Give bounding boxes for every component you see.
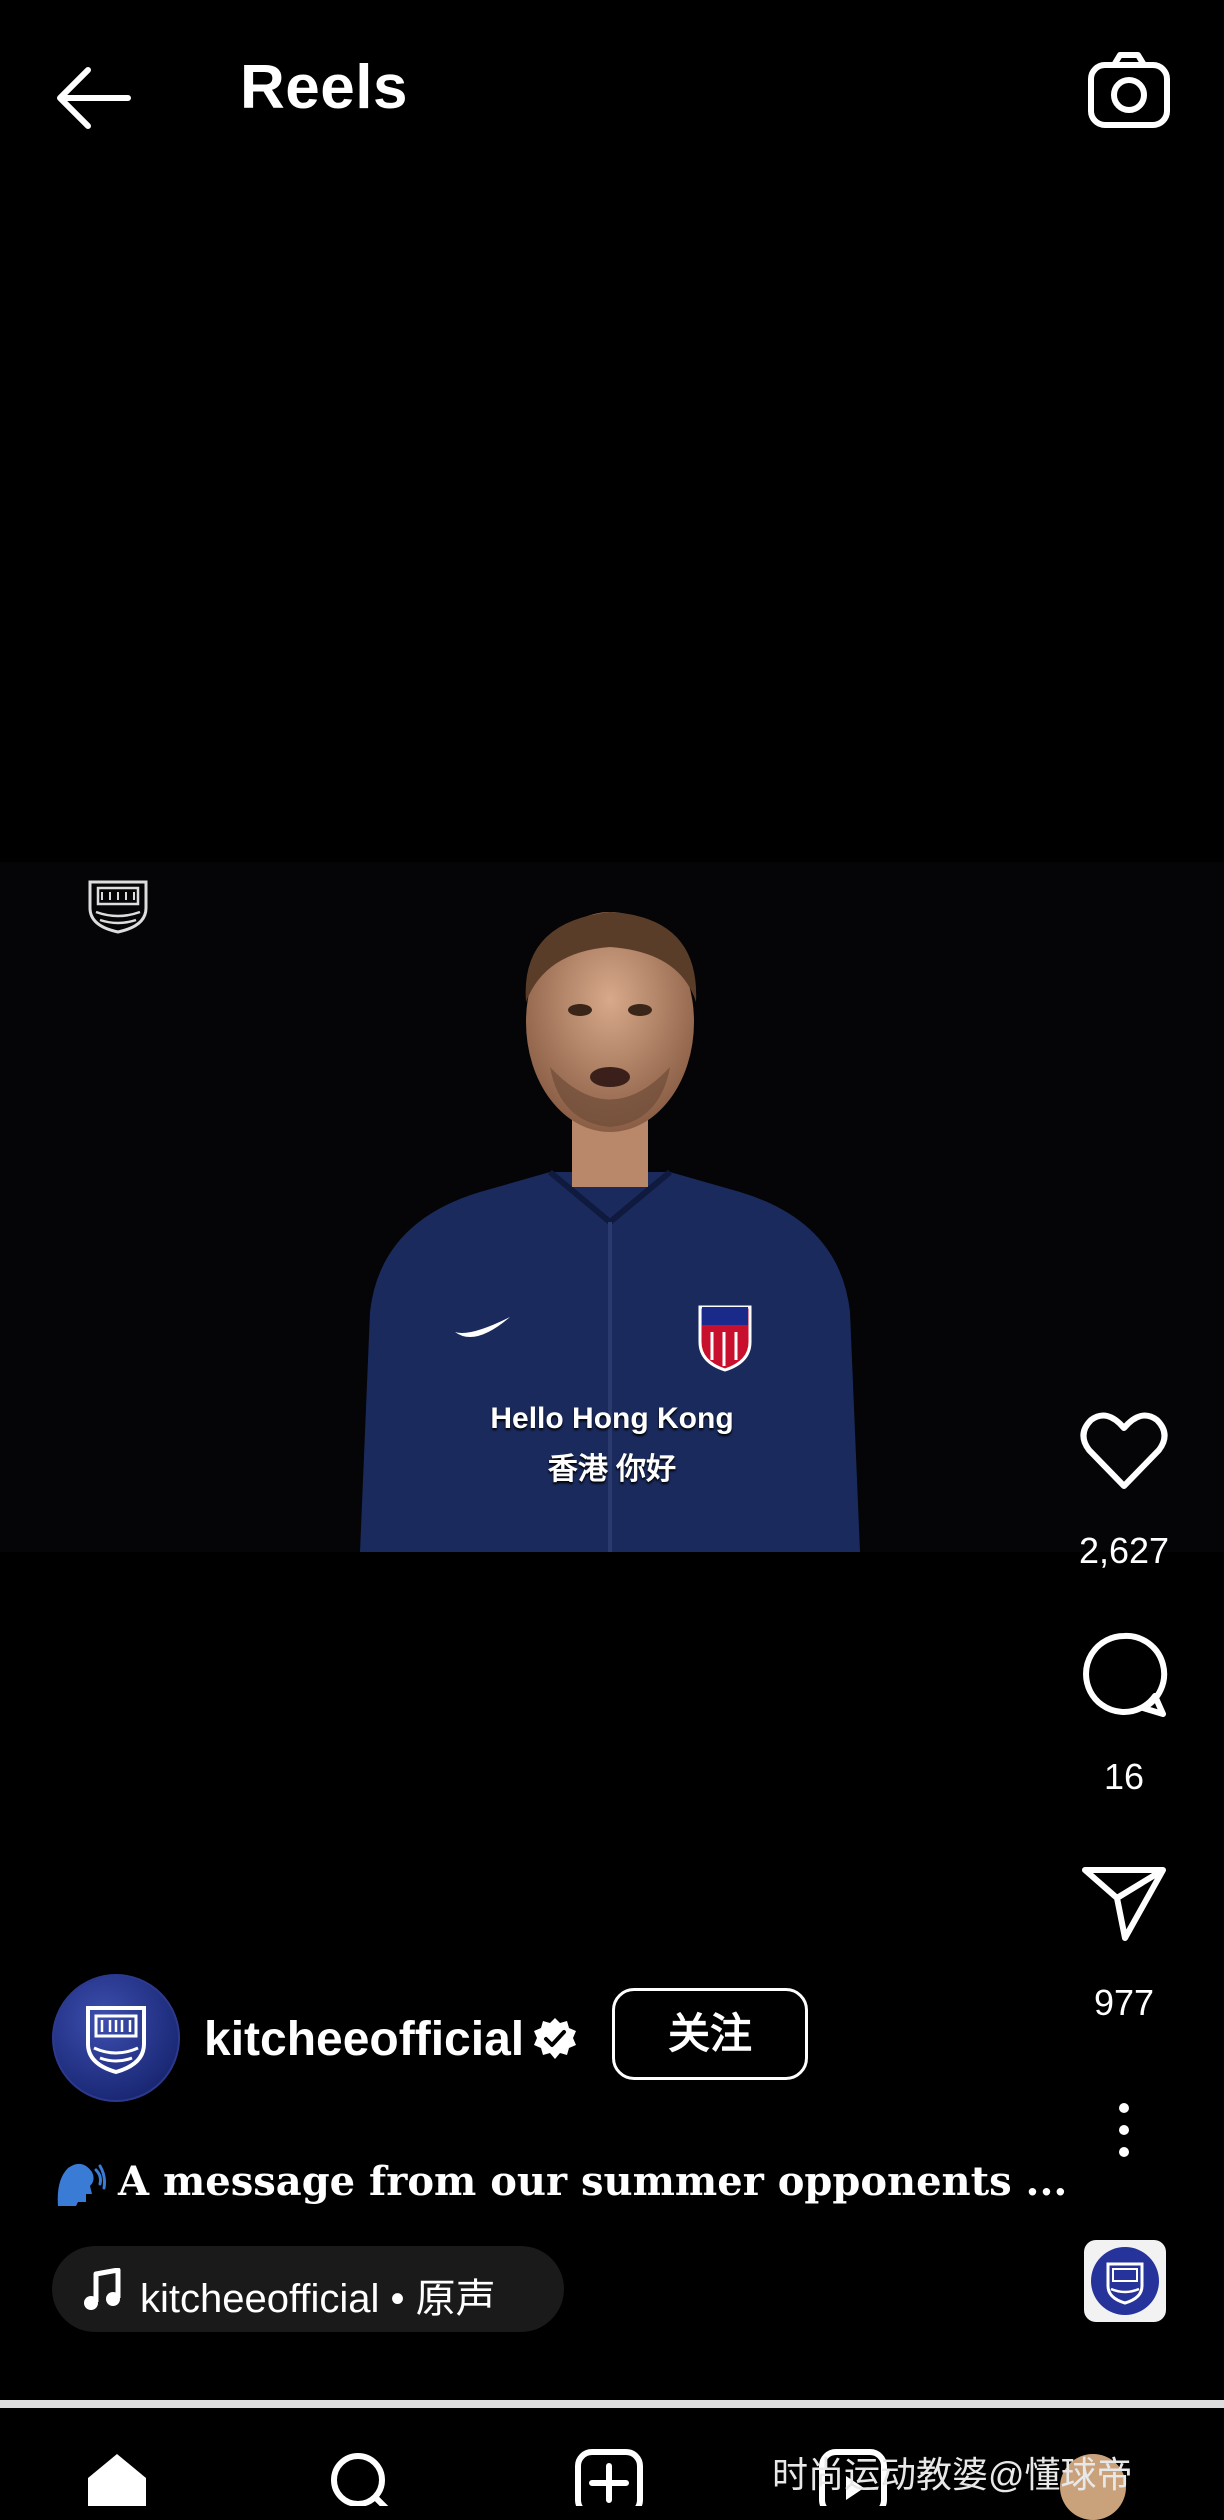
more-vertical-icon [1119, 2103, 1129, 2157]
comment-button[interactable] [1024, 1630, 1224, 1725]
caption[interactable]: A message from our summer opponents ... [52, 2158, 1067, 2210]
camera-icon [1088, 52, 1170, 128]
create-icon[interactable] [574, 2448, 644, 2506]
comment-count: 16 [1103, 1756, 1145, 1797]
like-count: 2,627 [1078, 1530, 1170, 1571]
arrow-left-icon [57, 67, 131, 129]
audio-thumbnail[interactable] [1084, 2240, 1166, 2322]
like-button[interactable] [1024, 1400, 1224, 1499]
kitchee-logo-icon [86, 2006, 146, 2075]
page-title: Reels [240, 53, 408, 122]
top-bar: Reels [0, 0, 1224, 190]
watermark: 时尚运动教婆@懂球帝 [772, 2454, 1133, 2495]
kitchee-logo-icon [1091, 2247, 1159, 2315]
more-options-button[interactable] [1024, 2100, 1224, 2165]
back-button[interactable] [50, 58, 140, 138]
comment-icon [1083, 1632, 1168, 1717]
heart-icon [1080, 1412, 1168, 1489]
verified-badge-icon [534, 2018, 576, 2059]
music-note-icon [84, 2268, 121, 2310]
video-progress-bar[interactable] [0, 2400, 1224, 2408]
kitchee-logo-icon [88, 880, 148, 934]
share-count: 977 [1093, 1982, 1155, 2023]
owner-row: kitcheeofficial 关注 [52, 1972, 952, 2102]
share-button[interactable] [1024, 1860, 1224, 1949]
speaking-head-icon [57, 2163, 106, 2206]
username[interactable]: kitcheeofficial [204, 2012, 524, 2067]
search-icon[interactable] [326, 2448, 396, 2506]
send-icon [1082, 1867, 1166, 1941]
audio-label: kitcheeofficial • 原声 [140, 2277, 496, 2321]
audio-pill[interactable]: kitcheeofficial • 原声 [52, 2246, 564, 2332]
video-progress-fill [0, 2400, 1224, 2408]
caption-text: A message from our summer opponents ... [118, 2158, 1068, 2205]
follow-button[interactable]: 关注 [612, 1988, 808, 2080]
home-icon[interactable] [82, 2448, 152, 2506]
avatar[interactable] [52, 1974, 180, 2102]
camera-button[interactable] [1086, 48, 1172, 134]
